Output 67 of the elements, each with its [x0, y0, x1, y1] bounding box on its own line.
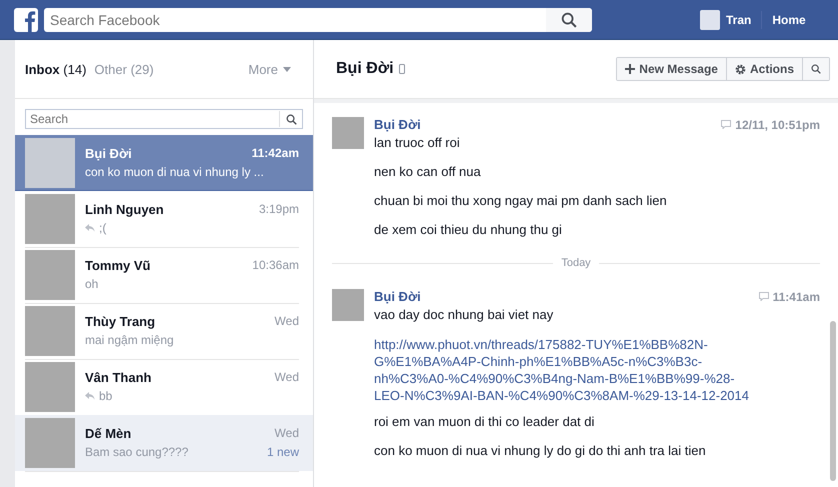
conversation-item[interactable]: Linh Nguyen 3:19pm ;( — [15, 191, 313, 247]
message-preview: ;( — [99, 221, 106, 235]
contact-name: Linh Nguyen — [85, 202, 164, 217]
sender-name[interactable]: Bụi Đời — [374, 289, 421, 304]
conversation-item[interactable]: Dế Mèn Wed Bam sao cung???? 1 new — [15, 415, 313, 471]
message-preview: mai ngậm miệng — [85, 333, 174, 347]
avatar-photo — [25, 418, 75, 468]
actions-button[interactable]: Actions — [726, 58, 802, 80]
thread-title: Bụi Đời — [336, 60, 394, 78]
phone-icon — [398, 64, 405, 74]
conversation-item[interactable]: Tommy Vũ 10:36am oh — [15, 247, 313, 303]
logo-icon[interactable] — [14, 8, 38, 32]
conversation-item[interactable]: Thùy Trang Wed mai ngậm miệng — [15, 303, 313, 359]
search-icon — [811, 64, 821, 74]
message-preview: con ko muon di nua vi nhung ly ... — [85, 165, 264, 179]
new-count: 1 new — [266, 445, 299, 459]
avatar-photo — [25, 306, 75, 356]
chat-bubble-icon — [721, 120, 732, 129]
scrollbar-thumb[interactable] — [830, 321, 836, 481]
contact-name: Dế Mèn — [85, 426, 132, 441]
avatar-photo — [332, 117, 364, 149]
message-text: de xem coi thieu du nhung thu gi — [374, 222, 563, 237]
message-time: Wed — [274, 426, 299, 441]
message-text: lan truoc off roi — [374, 135, 461, 150]
folder-tab[interactable]: Inbox (14) — [25, 62, 86, 76]
avatar-photo — [25, 138, 75, 188]
message-time: Wed — [274, 370, 299, 385]
avatar-photo — [25, 194, 75, 244]
sender-name[interactable]: Bụi Đời — [374, 117, 421, 132]
message-text: roi em van muon di thi co leader dat di — [374, 414, 596, 429]
search-button[interactable] — [802, 58, 829, 80]
avatar-photo — [25, 250, 75, 300]
message-time: 11:41am — [772, 290, 820, 304]
search-box[interactable]: Search Facebook — [44, 8, 592, 32]
message-text: vao day doc nhung bai viet nay — [374, 307, 554, 322]
search-box[interactable]: Search — [25, 109, 303, 129]
message-link[interactable]: http://www.phuot.vn/threads/175882-TUY%E1%BB%82N-G%E1%BA%A4P-Chinh-ph%E1%BB%A5c-n%C3%B3c-nh%C3%A0-%C4%90%C3%B4ng-Nam-B%E1%BB%99-%28-LEO-N%C3%9AI-BAN-%C4%90%C3%8AM-%29-13-14-12-2014 — [374, 336, 759, 404]
contact-name: Bụi Đời — [85, 146, 132, 161]
message-text: con ko muon di nua vi nhung ly do gi do thi anh tra lai tien — [374, 443, 707, 458]
avatar-photo[interactable] — [700, 10, 720, 30]
message-time: 3:19pm — [258, 202, 299, 217]
contact-name: Tommy Vũ — [85, 258, 150, 273]
avatar-photo — [25, 362, 75, 412]
gear-icon — [734, 64, 746, 74]
message-preview: Bam sao cung???? — [85, 445, 188, 459]
new-message-button[interactable]: New Message — [617, 58, 726, 80]
contact-name: Vân Thanh — [85, 370, 152, 385]
chat-bubble-icon — [758, 292, 769, 301]
plus-icon — [625, 64, 636, 74]
message-time: 11:42am — [252, 146, 299, 161]
message-time: 10:36am — [252, 258, 299, 273]
message-preview: bb — [99, 389, 112, 403]
message-time: 12/11, 10:51pm — [735, 118, 820, 132]
search-icon — [561, 12, 577, 28]
message-preview: oh — [85, 277, 98, 291]
message-text: chuan bi moi thu xong ngay mai pm danh sach lien — [374, 193, 668, 208]
message-text: nen ko can off nua — [374, 164, 482, 179]
message-time: Wed — [274, 314, 299, 329]
date-divider: Today — [561, 257, 591, 269]
home-link[interactable]: Home — [772, 12, 806, 26]
conversation-item[interactable]: Bụi Đời 11:42am con ko muon di nua vi nhung ly ... — [15, 135, 313, 191]
search-field[interactable]: Search Facebook — [44, 12, 546, 28]
contact-name: Thùy Trang — [85, 314, 156, 329]
search-icon — [286, 114, 296, 124]
caret-icon — [283, 66, 291, 72]
avatar-photo — [332, 289, 364, 321]
profile-link[interactable]: Tran — [726, 12, 752, 26]
